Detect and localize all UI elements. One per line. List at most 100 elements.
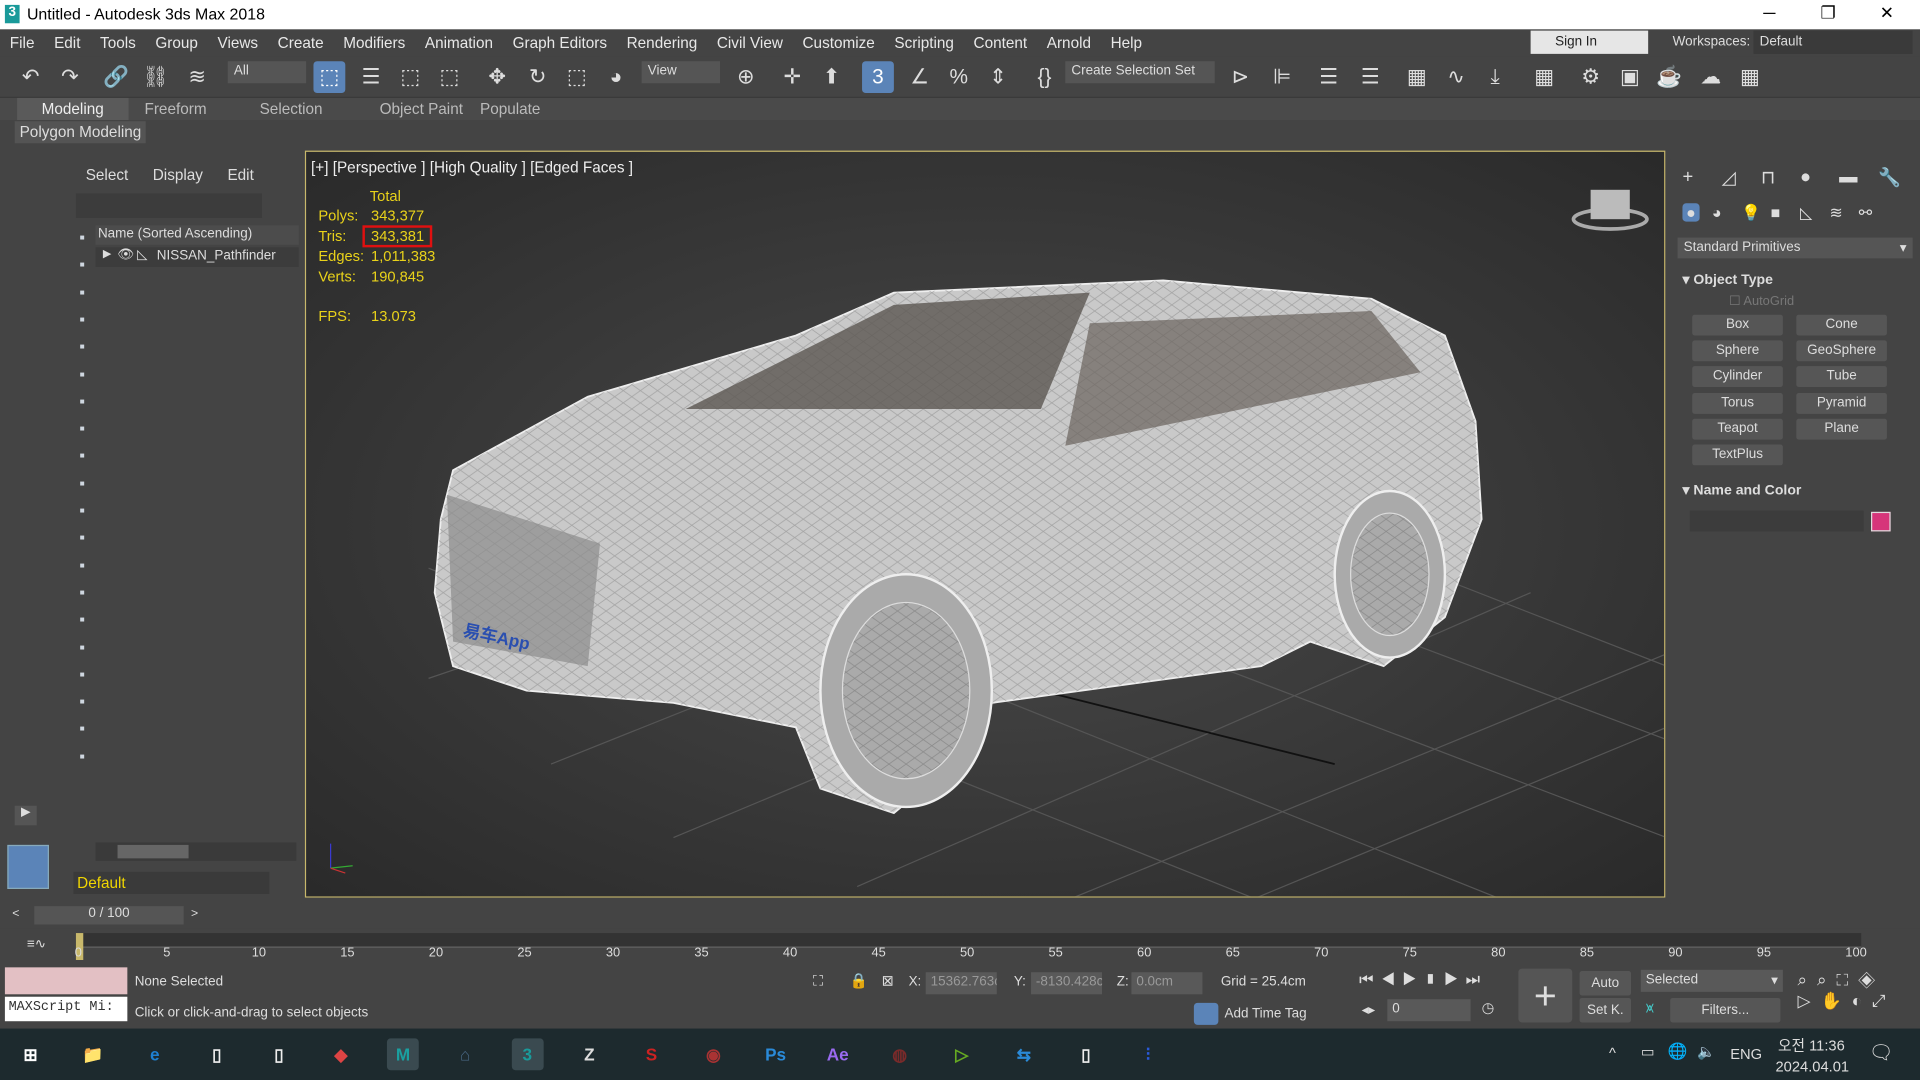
scene-search-input[interactable] [75,193,263,218]
expand-icon[interactable]: ▶ [103,247,111,260]
primitive-geosphere-button[interactable]: GeoSphere [1796,340,1887,362]
input-language[interactable]: ENG [1730,1046,1762,1063]
z-coordinate-field[interactable]: 0.0cm [1131,972,1203,995]
create-tab-icon[interactable]: + [1682,167,1693,188]
menu-modifiers[interactable]: Modifiers [333,34,415,51]
scale-icon[interactable]: ⬚ [561,61,593,93]
ribbon-tab-modeling[interactable]: Modeling [17,97,129,121]
y-coordinate-field[interactable]: -8130.428cı [1031,972,1103,995]
window-crossing-icon[interactable]: ⬚ [433,61,465,93]
helpers-icon[interactable]: ◺ [1800,203,1812,223]
redo-icon[interactable]: ↷ [54,61,86,93]
cameras-filter-icon[interactable]: ▪ [72,364,92,384]
percent-snap-icon[interactable]: % [943,61,975,93]
utilities-tab-icon[interactable]: 🔧 [1878,167,1901,189]
ribbon-tab-selection[interactable]: Selection [260,100,323,117]
edit-named-sets-icon[interactable]: {} [1029,61,1061,93]
visibility-eye-icon[interactable]: 👁 [118,246,135,262]
taskbar-app2-icon[interactable]: ⇆ [1008,1038,1040,1070]
render-icon[interactable]: ☕ [1653,61,1685,93]
taskbar-davinci-icon[interactable]: ◍ [884,1038,916,1070]
taskbar-zbrush-icon[interactable]: Z [573,1038,605,1070]
sign-in-button[interactable]: Sign In [1530,30,1649,54]
hierarchy-tab-icon[interactable]: ⊓ [1761,167,1775,189]
named-selection-sets-dropdown[interactable]: Create Selection Set [1065,61,1215,84]
maxscript-listener[interactable] [4,967,128,995]
layer-icon[interactable]: ▪ [72,637,92,657]
reference-coordinate-dropdown[interactable]: View [641,61,721,84]
explorer-menu-select[interactable]: Select [86,167,129,184]
maxscript-input[interactable]: MAXScript Mi: [4,996,128,1022]
primitive-plane-button[interactable]: Plane [1796,418,1887,440]
taskbar-document-icon[interactable]: ▯ [1070,1038,1102,1070]
render-setup-icon[interactable]: ⚙ [1575,61,1607,93]
autogrid-checkbox[interactable]: ☐ AutoGrid [1729,294,1794,309]
layer-dropdown[interactable]: Default [73,871,270,894]
auto-key-button[interactable]: Auto [1579,971,1632,996]
mirror-icon[interactable]: ⊳ [1224,61,1256,93]
name-column-header[interactable]: Name (Sorted Ascending) [95,225,299,245]
hierarchy-icon[interactable]: ▪ [72,665,92,685]
keyboard-shortcut-icon[interactable]: ✛ [776,61,808,93]
primitive-box-button[interactable]: Box [1692,314,1783,336]
key-filter-dropdown[interactable]: Selected ▾ [1640,969,1783,992]
display-tab-icon[interactable]: ▬ [1839,167,1857,188]
taskbar-photoshop-icon[interactable]: Ps [760,1038,792,1070]
helpers-filter-icon[interactable]: ▪ [72,392,92,412]
shapes-icon[interactable]: ◕ [1712,203,1722,221]
move-icon[interactable]: ✥ [481,61,513,93]
menu-create[interactable]: Create [268,34,334,51]
selection-filter-dropdown[interactable]: All [227,61,307,84]
taskbar-document-icon[interactable]: ▯ [201,1038,233,1070]
place-icon[interactable]: ◕ [600,61,632,93]
systems-icon[interactable]: ⚯ [1859,203,1872,223]
restore-button[interactable]: ❐ [1800,2,1856,23]
time-configuration-icon[interactable]: ◷ [1482,999,1495,1016]
isolate-icon[interactable]: ⛶ [813,972,823,990]
primitive-torus-button[interactable]: Torus [1692,392,1783,414]
primitive-tube-button[interactable]: Tube [1796,366,1887,388]
hidden-filter-icon[interactable]: ▪ [72,583,92,603]
rect-selection-icon[interactable]: ⬚ [394,61,426,93]
viewport-navigation-controls[interactable]: ⌕⌕⛶◈ ▷✋◐⤢ [1798,970,1896,1012]
category-dropdown[interactable]: Standard Primitives ▾ [1677,237,1913,259]
primitive-sphere-button[interactable]: Sphere [1692,340,1783,362]
menu-rendering[interactable]: Rendering [617,34,707,51]
name-and-color-rollout[interactable]: ▾ Name and Color [1682,481,1801,499]
default-in-out-tangent-icon[interactable]: ⩙ [1646,999,1654,1017]
primitive-teapot-button[interactable]: Teapot [1692,418,1783,440]
viewport-label-menu[interactable]: [+] [Perspective ] [High Quality ] [Edge… [311,159,633,176]
funnel-icon[interactable]: ▪ [72,719,92,739]
object-type-rollout[interactable]: ▾ Object Type [1682,271,1773,288]
key-filters-button[interactable]: Filters... [1670,997,1781,1023]
schematic-view-icon[interactable]: ⤓ [1479,61,1511,93]
network-icon[interactable]: 🌐 [1668,1042,1688,1062]
prev-frame-button[interactable]: < [12,907,19,920]
object-color-swatch[interactable] [1871,511,1891,532]
groups-filter-icon[interactable]: ▪ [72,446,92,466]
material-editor-icon[interactable]: ▦ [1528,61,1560,93]
clock-date[interactable]: 2024.04.01 [1776,1058,1850,1075]
horizontal-scrollbar[interactable] [95,842,297,861]
rendered-frame-icon[interactable]: ▣ [1614,61,1646,93]
a360-icon[interactable]: ▦ [1734,61,1766,93]
menu-graph-editors[interactable]: Graph Editors [503,34,617,51]
x-coordinate-field[interactable]: 15362.763c [925,972,997,995]
menu-customize[interactable]: Customize [793,34,885,51]
display-all-icon[interactable]: ▪ [72,255,92,275]
unlink-icon[interactable]: ⛓ [140,61,172,93]
playback-controls[interactable]: ⏮◀▶▮▶⏭ [1359,970,1487,990]
expand-arrow-icon[interactable]: ▶ [14,805,37,826]
render-cloud-icon[interactable]: ☁ [1695,61,1727,93]
polygon-modeling-panel[interactable]: Polygon Modeling [14,121,147,144]
primitive-pyramid-button[interactable]: Pyramid [1796,392,1887,414]
taskbar-3ds-max-icon[interactable]: 3 [511,1038,544,1071]
clock-time[interactable]: 오전 11:36 [1778,1035,1845,1056]
menu-civil-view[interactable]: Civil View [707,34,793,51]
lights-filter-icon[interactable]: ▪ [72,337,92,357]
spacewarps-filter-icon[interactable]: ▪ [72,419,92,439]
frozen-filter-icon[interactable]: ▪ [72,555,92,575]
primitive-textplus-button[interactable]: TextPlus [1692,444,1783,466]
sort-icon[interactable]: ▪ [72,610,92,630]
current-frame-field[interactable]: 0 [1387,999,1471,1022]
